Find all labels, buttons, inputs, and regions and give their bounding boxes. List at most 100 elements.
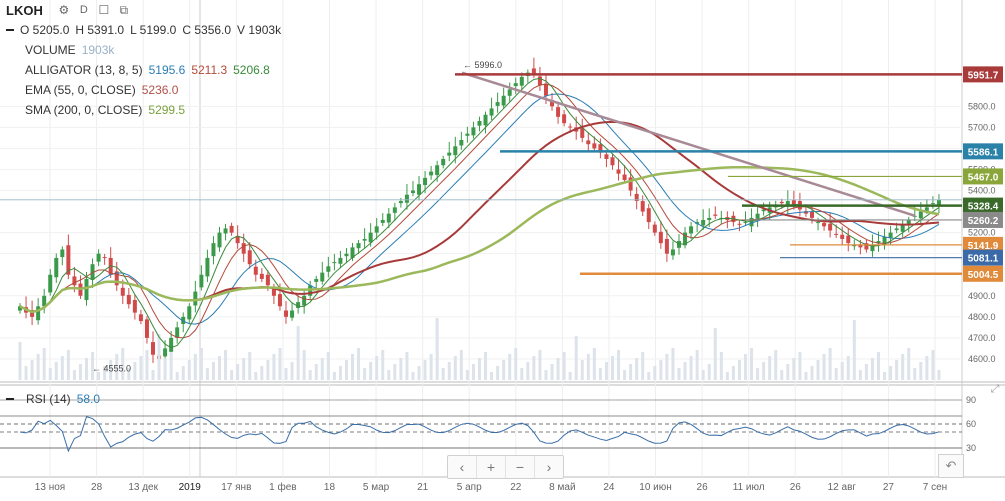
checkbox-icon[interactable]: ☐ [97, 3, 111, 17]
volume-bar [36, 354, 40, 380]
volume-bar [683, 362, 687, 380]
volume-bar [707, 364, 711, 380]
volume-bar [181, 366, 185, 380]
volume-bar [151, 370, 155, 380]
volume-bar [496, 366, 500, 380]
candle-body [562, 114, 567, 124]
volume-bar [459, 350, 463, 380]
volume-bar [858, 370, 862, 380]
volume-bar [768, 356, 772, 380]
x-tick-label: 27 [883, 482, 895, 493]
price-level-label: 5586.1 [968, 147, 999, 158]
x-tick-label: 1 фев [269, 481, 296, 493]
y-tick-label: 4700.0 [968, 333, 996, 343]
candle-body [809, 212, 814, 218]
volume-bar [937, 370, 941, 380]
candle-body [489, 108, 494, 116]
volume-bar [731, 366, 735, 380]
collapse-icon[interactable] [6, 398, 14, 400]
candle-body [828, 223, 833, 231]
volume-bar [218, 356, 222, 380]
interval-label[interactable]: D [77, 3, 91, 17]
volume-bar [532, 356, 536, 380]
copy-icon[interactable]: ⧉ [117, 3, 131, 17]
candle-body [423, 177, 428, 186]
ohlc-o: O 5205.0 [20, 23, 70, 37]
candle-body [356, 243, 361, 249]
gear-icon[interactable]: ⚙ [57, 3, 71, 17]
indicator-row[interactable]: SMA (200, 0, CLOSE) 5299.5 [6, 100, 406, 120]
x-tick-label: 24 [603, 482, 615, 493]
volume-bar [338, 366, 342, 380]
candle-body [453, 146, 458, 156]
candle-body [277, 294, 282, 307]
x-tick-label: 5 мар [363, 482, 390, 493]
ohlc-c: C 5356.0 [182, 23, 232, 37]
volume-bar [713, 328, 717, 380]
candle-body [834, 233, 839, 235]
zoom-in-button[interactable]: + [477, 456, 506, 478]
volume-bar [387, 370, 391, 380]
candle-body [163, 348, 168, 357]
candle-body [102, 257, 107, 259]
volume-bar [441, 368, 445, 380]
volume-bar [290, 362, 294, 380]
volume-bar [78, 364, 82, 380]
volume-bar [423, 360, 427, 380]
scroll-left-button[interactable]: ‹ [448, 456, 477, 478]
volume-bar [369, 362, 373, 380]
candle-body [513, 83, 518, 87]
expand-icon[interactable]: ⤢ [987, 383, 1003, 399]
candle-body [398, 201, 403, 204]
volume-bar [798, 352, 802, 380]
rsi-tick-label: 30 [966, 443, 976, 453]
legend-header: LKOH ⚙ D ☐ ⧉ [6, 0, 406, 20]
candle-body [658, 231, 663, 244]
volume-bar [913, 368, 917, 380]
indicator-row[interactable]: VOLUME 1903k [6, 40, 406, 60]
volume-bar [435, 318, 439, 380]
candle-body [616, 169, 621, 174]
candle-body [586, 140, 591, 145]
x-tick-label: 7 сен [923, 482, 947, 493]
volume-bar [405, 352, 409, 380]
candle-body [604, 154, 609, 159]
candle-body [223, 228, 228, 234]
volume-bar [629, 364, 633, 380]
y-tick-label: 5800.0 [968, 101, 996, 111]
volume-bar [490, 372, 494, 380]
candle-body [229, 225, 234, 233]
indicator-row[interactable]: EMA (55, 0, CLOSE) 5236.0 [6, 80, 406, 100]
candle-body [205, 257, 210, 277]
volume-bar [477, 358, 481, 380]
collapse-icon[interactable] [6, 29, 14, 31]
volume-bar [598, 368, 602, 380]
undo-button[interactable]: ↶ [938, 454, 964, 478]
indicator-value: 5236.0 [141, 83, 179, 97]
volume-bar [677, 368, 681, 380]
x-tick-label: 26 [790, 482, 802, 493]
x-tick-label: 22 [510, 482, 522, 493]
candle-body [894, 228, 899, 231]
high-annotation: ← 5996.0 [463, 60, 502, 70]
volume-bar [326, 352, 330, 380]
volume-bar [453, 356, 457, 380]
indicator-row[interactable]: ALLIGATOR (13, 8, 5) 5195.6 5211.3 5206.8 [6, 60, 406, 80]
zoom-out-button[interactable]: − [506, 456, 535, 478]
volume-bar [520, 368, 524, 380]
volume-bar [889, 366, 893, 380]
volume-bar [447, 362, 451, 380]
volume-bar [538, 350, 542, 380]
indicator-value: 5211.3 [191, 63, 228, 77]
volume-bar [266, 360, 270, 380]
volume-bar [169, 352, 173, 380]
volume-bar [931, 350, 935, 380]
volume-bar [399, 358, 403, 380]
volume-bar [199, 348, 203, 380]
scroll-right-button[interactable]: › [535, 456, 563, 478]
volume-bar [260, 366, 264, 380]
navigation-bar: ‹ + − › [447, 455, 564, 479]
volume-bar [864, 364, 868, 380]
volume-bar [580, 360, 584, 380]
candle-body [483, 114, 488, 126]
